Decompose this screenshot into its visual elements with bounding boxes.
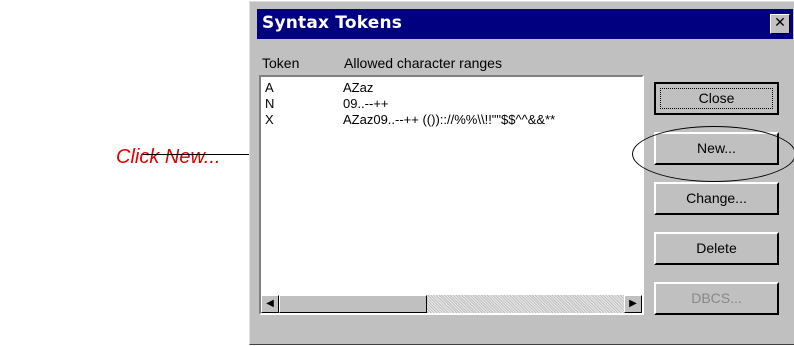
dbcs-button-label: DBCS... (691, 290, 742, 306)
token-name: X (265, 112, 274, 127)
dbcs-button: DBCS... (654, 282, 779, 315)
token-name: A (265, 80, 274, 95)
change-button-label: Change... (686, 190, 747, 206)
column-header-ranges: Allowed character ranges (344, 55, 502, 71)
horizontal-scrollbar[interactable]: ◀ ▶ (261, 295, 642, 313)
syntax-tokens-dialog: Syntax Tokens ✕ Token Allowed character … (249, 1, 794, 345)
scroll-right-icon[interactable]: ▶ (624, 295, 642, 313)
token-ranges: 09..--++ (343, 96, 389, 111)
token-ranges: AZaz09..--++ (()):://%%\\!!""$$^^&&** (343, 112, 556, 127)
window-title: Syntax Tokens (262, 13, 403, 33)
token-ranges: AZaz (343, 80, 374, 95)
delete-button[interactable]: Delete (654, 232, 779, 265)
new-button[interactable]: New... (654, 132, 779, 165)
scroll-left-icon[interactable]: ◀ (261, 295, 279, 313)
change-button[interactable]: Change... (654, 182, 779, 215)
new-button-label: New... (697, 140, 736, 156)
close-button[interactable]: Close (654, 82, 779, 115)
token-name: N (265, 96, 275, 111)
close-window-icon[interactable]: ✕ (770, 14, 790, 34)
delete-button-label: Delete (696, 240, 737, 256)
scrollbar-thumb[interactable] (279, 295, 427, 313)
column-header-token: Token (262, 55, 300, 71)
title-bar: Syntax Tokens ✕ (257, 9, 793, 39)
tokens-listbox[interactable]: A AZaz N 09..--++ X AZaz09..--++ (())::/… (259, 75, 644, 315)
callout-label: Click New... (116, 146, 221, 168)
focus-rectangle (660, 88, 773, 109)
